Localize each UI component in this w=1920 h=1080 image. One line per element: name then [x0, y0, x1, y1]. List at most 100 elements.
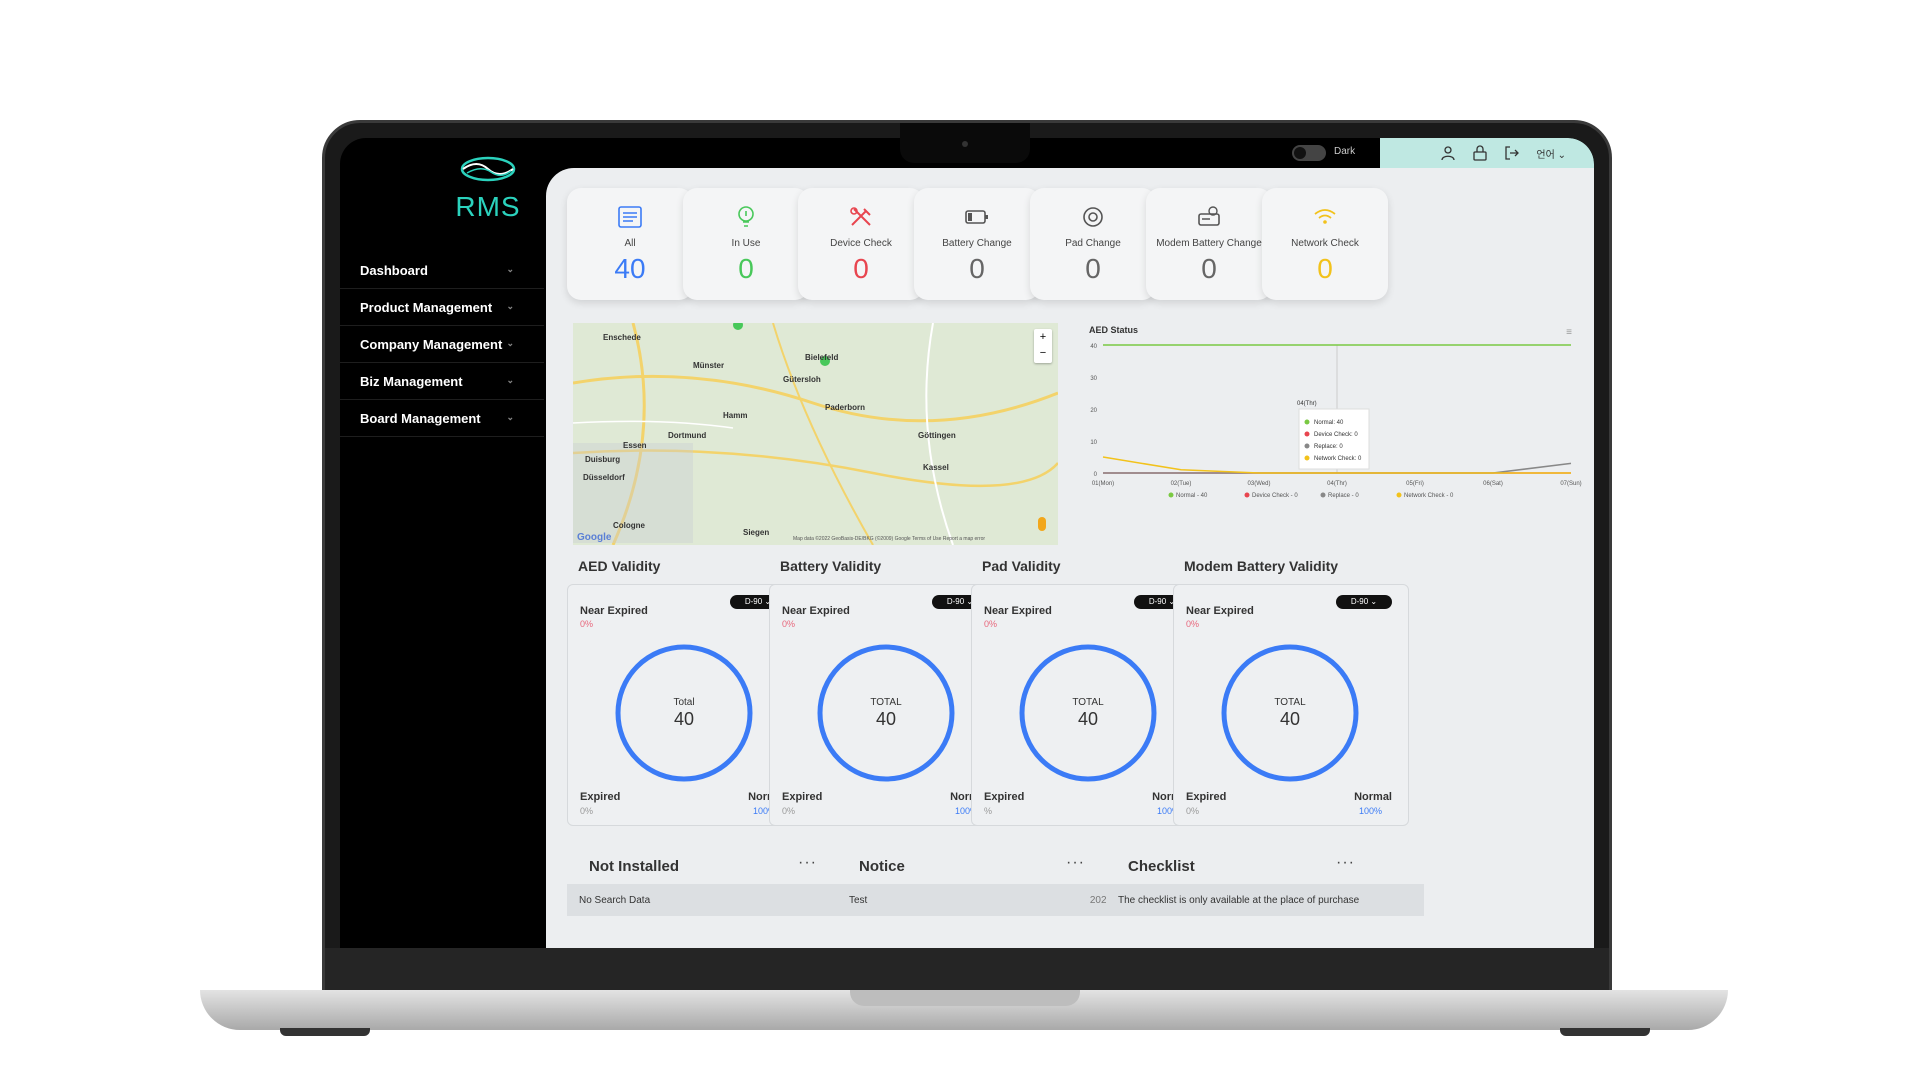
more-icon[interactable]: ··· — [1066, 854, 1085, 872]
status-card-value: 0 — [969, 253, 985, 284]
legend-label: Normal - 40 — [1176, 493, 1208, 499]
map-city-label: Gütersloh — [783, 375, 821, 384]
map-city-label: Göttingen — [918, 431, 956, 440]
expired-label: Expired — [782, 791, 823, 803]
donut-total-value: 40 — [674, 709, 694, 729]
x-tick-label: 01(Mon) — [1092, 481, 1114, 487]
status-card-network-check[interactable]: Network Check 0 — [1262, 188, 1388, 300]
chevron-down-icon: ⌄ — [506, 264, 514, 274]
logout-icon[interactable] — [1504, 145, 1520, 161]
row-text: No Search Data — [579, 894, 651, 906]
legend-label: Replace - 0 — [1328, 493, 1359, 499]
near-expired-pct: 0% — [984, 619, 998, 629]
more-icon[interactable]: ··· — [1336, 854, 1355, 872]
lock-icon[interactable] — [1472, 145, 1488, 161]
tooltip-dot — [1304, 419, 1310, 425]
normal-pct: 100% — [1358, 806, 1382, 816]
expired-label: Expired — [580, 791, 621, 803]
tooltip-line: Device Check: 0 — [1314, 432, 1358, 438]
dark-mode-toggle[interactable] — [1292, 145, 1326, 161]
near-expired-pct: 0% — [782, 619, 796, 629]
map-city-label: Siegen — [743, 528, 770, 537]
validity-donut: Total 40 — [615, 644, 753, 782]
sidebar-item-label: Company Management — [360, 336, 503, 352]
donut-total-label: TOTAL — [1072, 697, 1104, 708]
x-tick-label: 04(Thr) — [1327, 481, 1347, 487]
donut-total-label: Total — [673, 697, 694, 708]
status-card-pad-change[interactable]: Pad Change 0 — [1030, 188, 1156, 300]
language-select[interactable]: 언어 ⌄ — [1536, 146, 1566, 161]
status-card-label: Pad Change — [1065, 238, 1121, 249]
tooltip-line: Normal: 40 — [1314, 420, 1344, 426]
status-card-in-use[interactable]: In Use 0 — [683, 188, 809, 300]
checklist-row[interactable]: The checklist is only available at the p… — [1106, 884, 1424, 916]
topbar-actions: 언어 ⌄ — [1380, 138, 1594, 168]
screen: RMS Dashboard ⌄ Product Management ⌄ Compa… — [340, 138, 1594, 948]
sidebar-item-board-management[interactable]: Board Management ⌄ — [340, 400, 544, 437]
sidebar-item-label: Product Management — [360, 299, 493, 315]
validity-donut: TOTAL 40 — [1019, 644, 1157, 782]
validity-donut: TOTAL 40 — [1221, 644, 1359, 782]
wave-logo-icon — [460, 156, 516, 182]
validity-title: Pad Validity — [982, 558, 1061, 574]
status-card-modem-battery-change[interactable]: Modem Battery Change 0 — [1146, 188, 1272, 300]
map-city-label: Cologne — [613, 521, 645, 530]
chevron-down-icon: ⌄ — [506, 375, 514, 385]
legend-dot — [1244, 492, 1250, 498]
y-tick-label: 30 — [1090, 376, 1097, 382]
user-icon[interactable] — [1440, 145, 1456, 161]
map-zoom-control[interactable]: + − — [1034, 329, 1052, 363]
sidebar-item-biz-management[interactable]: Biz Management ⌄ — [340, 363, 544, 400]
sidebar-item-dashboard[interactable]: Dashboard ⌄ — [340, 252, 544, 289]
y-tick-label: 10 — [1090, 440, 1097, 446]
validity-card-aed: Near Expired 0% D-90 ⌄ Total 40 Expired … — [567, 584, 803, 826]
x-tick-label: 07(Sun) — [1560, 481, 1581, 487]
sidebar-item-label: Board Management — [360, 410, 481, 426]
zoom-out-icon[interactable]: − — [1034, 345, 1052, 361]
validity-title: Battery Validity — [780, 558, 882, 574]
wifi-icon — [1314, 209, 1336, 224]
donut-total-value: 40 — [876, 709, 896, 729]
y-tick-label: 40 — [1090, 344, 1097, 350]
status-card-label: All — [624, 238, 636, 249]
validity-card-modem-battery: Near Expired 0% D-90 ⌄ TOTAL 40 Expired … — [1173, 584, 1409, 826]
period-select[interactable]: D-90 ⌄ — [1336, 595, 1392, 609]
legend-dot — [1396, 492, 1402, 498]
map-city-label: Duisburg — [585, 455, 621, 464]
sidebar-item-label: Biz Management — [360, 373, 463, 389]
aed-status-chart: AED Status ≡ 40 30 20 10 0 01(Mon) 02(Tue) 03(W… — [1081, 323, 1586, 545]
map-city-label: Dortmund — [668, 431, 707, 440]
sidebar-item-company-management[interactable]: Company Management ⌄ — [340, 326, 544, 363]
near-expired-pct: 0% — [580, 619, 594, 629]
device-map[interactable]: Enschede Münster Bielefeld Gütersloh Ham… — [573, 323, 1058, 545]
pegman-icon[interactable] — [1038, 517, 1046, 531]
validity-title: Modem Battery Validity — [1184, 558, 1339, 574]
near-expired-label: Near Expired — [580, 605, 648, 617]
expired-label: Expired — [1186, 791, 1227, 803]
legend-label: Device Check - 0 — [1252, 493, 1298, 499]
status-card-device-check[interactable]: Device Check 0 — [798, 188, 924, 300]
brand-name: RMS — [455, 191, 521, 222]
tooltip-dot — [1304, 431, 1310, 437]
normal-label: Normal — [1354, 791, 1392, 803]
legend-label: Network Check - 0 — [1404, 493, 1454, 499]
y-tick-label: 0 — [1094, 472, 1098, 478]
period-select-value: D-90 — [744, 597, 763, 606]
x-tick-label: 03(Wed) — [1248, 481, 1271, 487]
status-card-all[interactable]: All 40 — [567, 188, 693, 300]
not-installed-title: Not Installed — [589, 858, 680, 875]
sidebar-item-product-management[interactable]: Product Management ⌄ — [340, 289, 544, 326]
logo[interactable]: RMS — [408, 154, 568, 223]
zoom-in-icon[interactable]: + — [1034, 329, 1052, 345]
tooltip-line: Replace: 0 — [1314, 444, 1343, 450]
map-city-label: Münster — [693, 361, 725, 370]
x-tick-label: 02(Tue) — [1171, 481, 1192, 487]
status-card-label: In Use — [731, 238, 761, 249]
expired-pct: 0% — [1186, 806, 1200, 816]
more-icon[interactable]: ··· — [798, 854, 817, 872]
near-expired-label: Near Expired — [1186, 605, 1254, 617]
laptop-chin — [325, 948, 1609, 990]
expired-pct: % — [984, 806, 993, 816]
pad-icon — [1083, 207, 1103, 227]
status-card-battery-change[interactable]: Battery Change 0 — [914, 188, 1040, 300]
